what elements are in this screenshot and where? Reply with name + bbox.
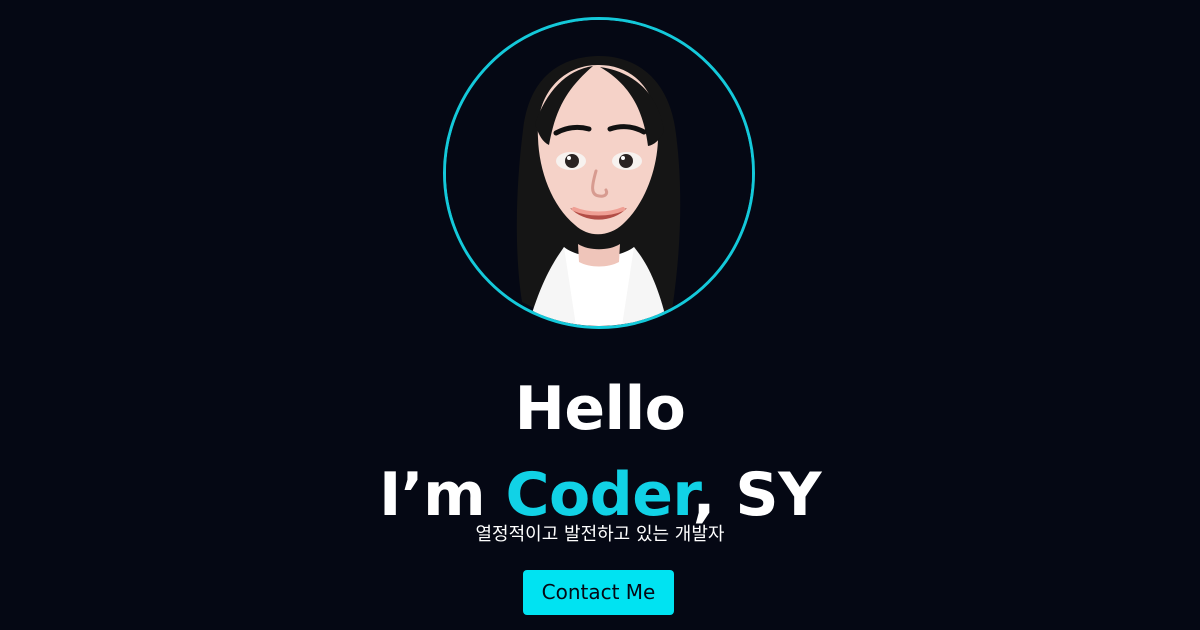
contact-me-button[interactable]: Contact Me <box>523 570 674 615</box>
subtitle: 열정적이고 발전하고 있는 개발자 <box>475 524 725 545</box>
avatar-image <box>446 20 752 326</box>
headline-hello: Hello <box>514 374 686 445</box>
headline-suffix: , SY <box>692 459 822 530</box>
avatar <box>443 17 755 329</box>
hero-section: Hello I’m Coder, SY 열정적이고 발전하고 있는 개발자 Co… <box>0 0 1200 630</box>
headline-role: I’m Coder, SY <box>0 460 1200 530</box>
headline-accent: Coder <box>505 459 694 530</box>
headline-prefix: I’m <box>378 459 506 530</box>
